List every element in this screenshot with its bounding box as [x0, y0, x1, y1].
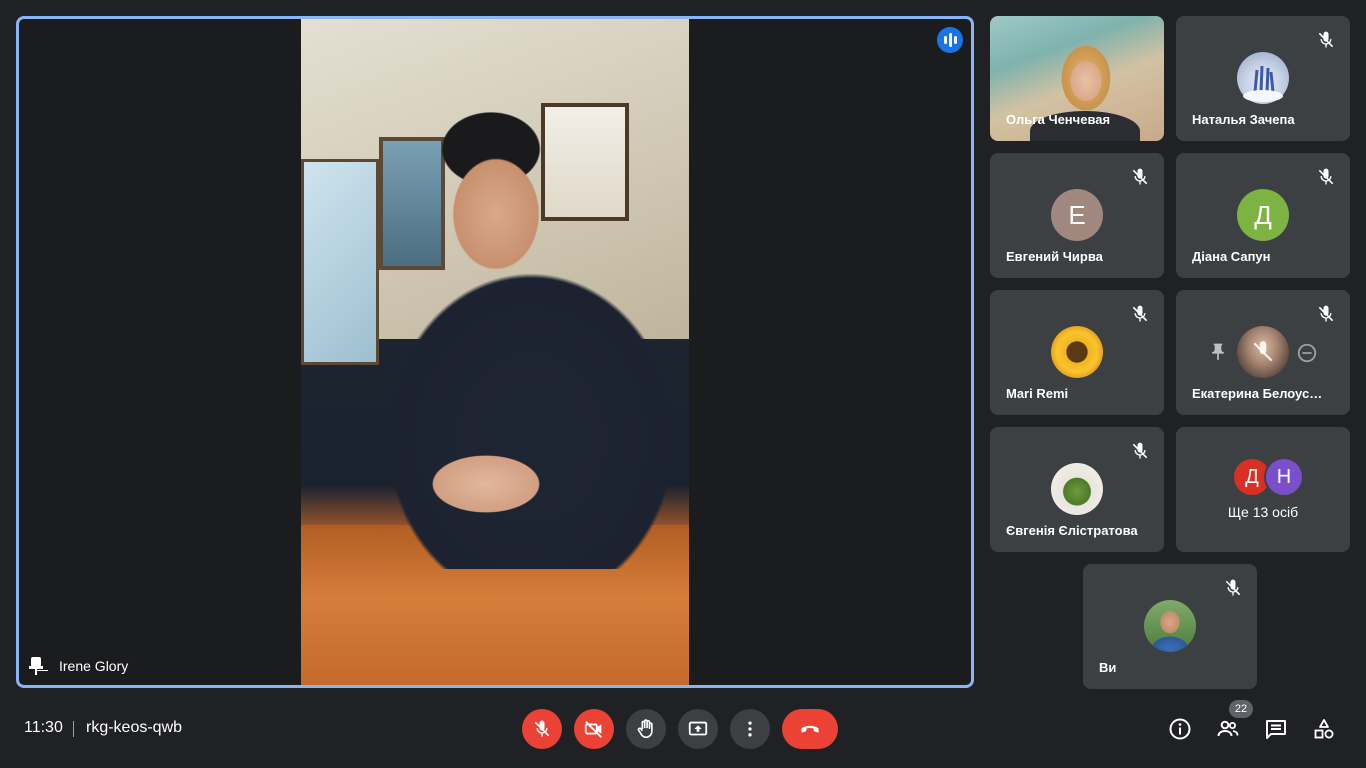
present-screen-button[interactable]	[678, 709, 718, 749]
more-participants-label: Ще 13 осіб	[1227, 504, 1299, 520]
remove-from-call-icon[interactable]	[1296, 342, 1318, 364]
avatar	[1051, 326, 1103, 378]
mic-off-icon	[1318, 31, 1334, 48]
activities-icon	[1314, 719, 1334, 739]
mic-off-icon	[1318, 305, 1334, 322]
bottom-bar: 11:30 rkg-keos-qwb 22	[0, 700, 1366, 768]
mic-off-icon	[1318, 168, 1334, 185]
people-icon	[1217, 720, 1239, 737]
pin-icon[interactable]	[29, 657, 43, 675]
participant-name: Діана Сапун	[1192, 249, 1271, 264]
participant-tile[interactable]: Екатерина Белоус…	[1176, 290, 1350, 415]
activities-button[interactable]	[1309, 714, 1339, 744]
mic-off-icon	[1132, 305, 1148, 322]
avatar	[1237, 326, 1289, 378]
participant-name: Екатерина Белоус…	[1192, 386, 1323, 401]
more-options-button[interactable]	[730, 709, 770, 749]
more-avatars: Д Н	[1232, 457, 1304, 497]
more-participants-tile[interactable]: Д Н Ще 13 осіб	[1176, 427, 1350, 552]
toggle-camera-button[interactable]	[574, 709, 614, 749]
presenter-name: Irene Glory	[59, 658, 129, 674]
leave-call-button[interactable]	[782, 709, 838, 749]
self-view-tile[interactable]: Ви	[1083, 564, 1257, 689]
avatar-initial: Н	[1264, 457, 1304, 497]
participant-name: Євгенія Єлістратова	[1006, 523, 1138, 538]
chat-button[interactable]	[1261, 714, 1291, 744]
participant-name: Mari Remi	[1006, 386, 1069, 401]
participants-count-badge: 22	[1229, 700, 1253, 718]
meeting-code: rkg-keos-qwb	[86, 719, 183, 736]
avatar	[1237, 52, 1289, 104]
present-screen-icon	[688, 721, 708, 736]
meeting-time: 11:30	[24, 719, 63, 736]
participant-tile[interactable]: Е Евгений Чирва	[990, 153, 1164, 278]
pin-icon[interactable]	[1208, 342, 1228, 362]
participant-name: Ольга Ченчевая	[1006, 112, 1111, 127]
avatar	[1144, 600, 1196, 652]
speaking-indicator-icon	[937, 27, 963, 53]
avatar-initial: Е	[1068, 199, 1086, 230]
participant-video	[1060, 46, 1112, 116]
toggle-mic-button[interactable]	[522, 709, 562, 749]
participant-name: Наталья Зачепа	[1192, 112, 1295, 127]
more-vert-icon	[748, 721, 752, 737]
avatar: Е	[1051, 189, 1103, 241]
participant-name: Ви	[1099, 660, 1117, 675]
participant-tile[interactable]: Наталья Зачепа	[1176, 16, 1350, 141]
participant-tile[interactable]: Ольга Ченчевая	[990, 16, 1164, 141]
mic-off-icon	[534, 720, 550, 737]
avatar-initial: Д	[1254, 199, 1272, 230]
participant-tile[interactable]: Євгенія Єлістратова	[990, 427, 1164, 552]
presenter-nameplate: Irene Glory	[29, 657, 128, 675]
people-button[interactable]	[1213, 714, 1243, 744]
chat-icon	[1266, 720, 1286, 739]
camera-off-icon	[584, 721, 602, 738]
raise-hand-button[interactable]	[626, 709, 666, 749]
main-stage-video[interactable]: Irene Glory	[16, 16, 974, 688]
presenter-video	[301, 19, 689, 685]
avatar: Д	[1237, 189, 1289, 241]
divider	[73, 721, 74, 737]
mic-off-icon	[1132, 442, 1148, 459]
hang-up-icon	[801, 725, 819, 733]
mic-off-icon	[1225, 579, 1241, 596]
meeting-details-button[interactable]	[1165, 714, 1195, 744]
participant-name: Евгений Чирва	[1006, 249, 1103, 264]
info-icon	[1169, 718, 1191, 740]
participant-tile[interactable]: Mari Remi	[990, 290, 1164, 415]
participant-tile[interactable]: Д Діана Сапун	[1176, 153, 1350, 278]
avatar	[1051, 463, 1103, 515]
mic-off-icon	[1132, 168, 1148, 185]
raise-hand-icon	[637, 719, 653, 739]
